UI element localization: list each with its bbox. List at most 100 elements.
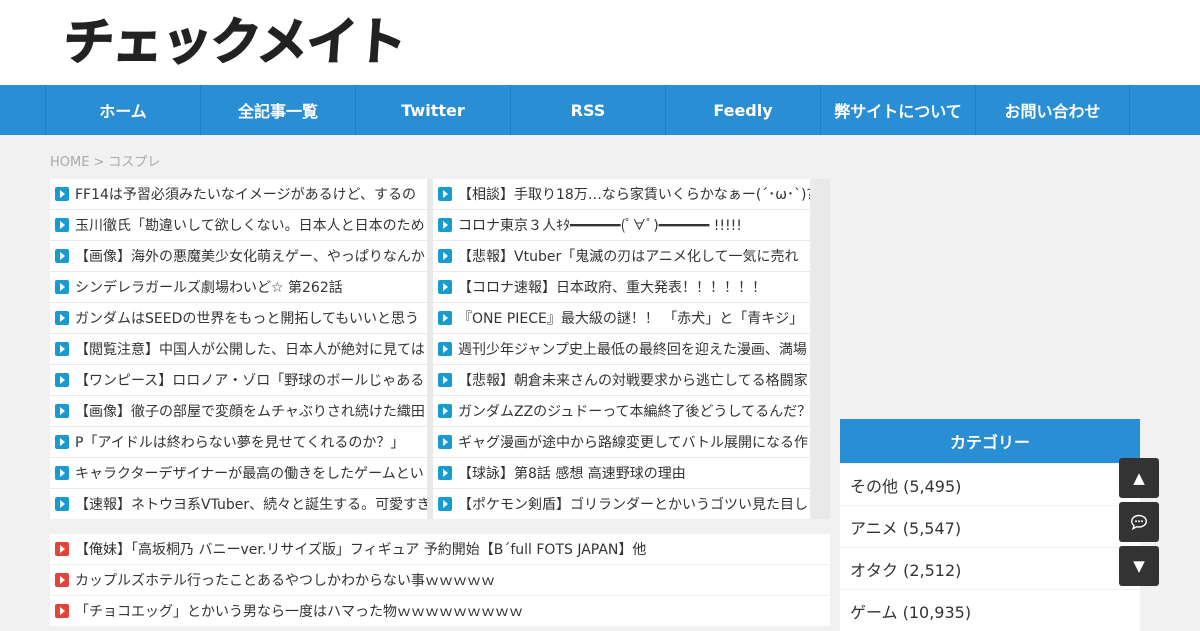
breadcrumb-current: コスプレ xyxy=(108,155,161,170)
category-widget: カテゴリー その他 (5,495) アニメ (5,547) オタク (2,512… xyxy=(840,419,1140,631)
feed-item-title: 【悲報】Vtuber「鬼滅の刃はアニメ化して一気に売れ xyxy=(458,249,799,265)
play-icon xyxy=(438,280,452,294)
feed-item[interactable]: ガンダムZZのジュドーって本編終了後どうしてるんだ？ xyxy=(433,396,810,426)
news-item[interactable]: 【俺妹】「高坂桐乃 バニーver.リサイズ版」フィギュア 予約開始【B´full… xyxy=(50,534,830,564)
nav-item-contact[interactable]: お問い合わせ xyxy=(975,85,1130,135)
feed-item[interactable]: P「アイドルは終わらない夢を見せてくれるのか？」 xyxy=(50,427,427,457)
play-icon xyxy=(55,249,69,263)
feed-item[interactable]: 【画像】徹子の部屋で変顔をムチャぶりされ続けた織田 xyxy=(50,396,427,426)
play-icon xyxy=(438,466,452,480)
feed-item-title: 【相談】手取り18万…なら家賃いくらかなぁー(´･ω･`)? xyxy=(458,187,810,203)
play-icon xyxy=(55,435,69,449)
feed-item-title: 【悲報】朝倉未来さんの対戦要求から逃亡してる格闘家 xyxy=(458,373,808,389)
category-item-game[interactable]: ゲーム (10,935) xyxy=(840,590,1140,631)
feed-item-title: 【コロナ速報】日本政府、重大発表！！！！！！ xyxy=(458,280,766,296)
play-icon xyxy=(55,466,69,480)
feed-item[interactable]: 【コロナ速報】日本政府、重大発表！！！！！！ xyxy=(433,272,810,302)
play-icon xyxy=(55,497,69,511)
feed-item[interactable]: 【ポケモン剣盾】ゴリランダーとかいうゴツい見た目し xyxy=(433,489,810,519)
feed-column-right: 【相談】手取り18万…なら家賃いくらかなぁー(´･ω･`)? コロナ東京３人ｷﾀ… xyxy=(433,179,810,520)
news-item[interactable]: カップルズホテル行ったことあるやつしかわからない事ｗｗｗｗｗ xyxy=(50,565,830,595)
feed-item[interactable]: 【ワンピース】ロロノア・ゾロ「野球のボールじゃある xyxy=(50,365,427,395)
category-item-anime[interactable]: アニメ (5,547) xyxy=(840,506,1140,547)
nav-item-all-articles[interactable]: 全記事一覧 xyxy=(200,85,355,135)
site-logo[interactable]: チェックメイト xyxy=(61,12,408,72)
feed-item[interactable]: 【閲覧注意】中国人が公開した、日本人が絶対に見ては xyxy=(50,334,427,364)
feed-item-title: 週刊少年ジャンプ史上最低の最終回を迎えた漫画、満場 xyxy=(458,342,807,358)
feed-item-title: 『ONE PIECE』最大級の謎！！ 「赤犬」と「青キジ」 xyxy=(458,311,804,327)
feed-item-title: 【画像】海外の悪魔美少女化萌えゲー、やっぱりなんか xyxy=(75,249,425,265)
play-icon xyxy=(438,187,452,201)
scroll-bottom-button[interactable]: ▼ xyxy=(1119,546,1159,586)
category-title: カテゴリー xyxy=(840,419,1140,463)
feed-item[interactable]: キャラクターデザイナーが最高の働きをしたゲームとい xyxy=(50,458,427,488)
play-icon xyxy=(55,573,69,587)
play-icon xyxy=(438,435,452,449)
antenna-feed: FF14は予習必須みたいなイメージがあるけど、するの 玉川徹氏「勘違いして欲しく… xyxy=(50,179,830,519)
feed-item-title: 【閲覧注意】中国人が公開した、日本人が絶対に見ては xyxy=(75,342,425,358)
play-icon xyxy=(438,218,452,232)
news-item[interactable]: 「チョコエッグ」とかいう男なら一度はハマった物ｗｗｗｗｗｗｗｗｗ xyxy=(50,596,830,626)
breadcrumb: HOME > コスプレ xyxy=(50,151,164,170)
nav-item-rss[interactable]: RSS xyxy=(510,85,665,135)
feed-item[interactable]: ギャグ漫画が途中から路線変更してバトル展開になる作 xyxy=(433,427,810,457)
news-item-title: カップルズホテル行ったことあるやつしかわからない事ｗｗｗｗｗ xyxy=(75,573,495,589)
comment-button[interactable] xyxy=(1119,502,1159,542)
nav-item-twitter[interactable]: Twitter xyxy=(355,85,510,135)
feed-item[interactable]: 【速報】ネトウヨ系VTuber、続々と誕生する。可愛すぎ xyxy=(50,489,427,519)
feed-item-title: 玉川徹氏「勘違いして欲しくない。日本人と日本のため xyxy=(75,218,425,234)
breadcrumb-home[interactable]: HOME xyxy=(50,155,89,170)
play-icon xyxy=(55,373,69,387)
site-header: チェックメイト xyxy=(0,0,1200,85)
feed-column-left: FF14は予習必須みたいなイメージがあるけど、するの 玉川徹氏「勘違いして欲しく… xyxy=(50,179,427,520)
feed-item-title: FF14は予習必須みたいなイメージがあるけど、するの xyxy=(75,187,416,203)
nav-item-home[interactable]: ホーム xyxy=(45,85,200,135)
news-list: 【俺妹】「高坂桐乃 バニーver.リサイズ版」フィギュア 予約開始【B´full… xyxy=(50,534,830,627)
feed-item[interactable]: 【相談】手取り18万…なら家賃いくらかなぁー(´･ω･`)? xyxy=(433,179,810,209)
feed-item[interactable]: 『ONE PIECE』最大級の謎！！ 「赤犬」と「青キジ」 xyxy=(433,303,810,333)
play-icon xyxy=(55,187,69,201)
category-item-otaku[interactable]: オタク (2,512) xyxy=(840,548,1140,589)
feed-item[interactable]: 玉川徹氏「勘違いして欲しくない。日本人と日本のため xyxy=(50,210,427,240)
breadcrumb-separator: > xyxy=(93,155,105,170)
play-icon xyxy=(55,218,69,232)
nav-item-about[interactable]: 弊サイトについて xyxy=(820,85,975,135)
arrow-down-icon: ▼ xyxy=(1133,557,1145,575)
feed-item[interactable]: ガンダムはSEEDの世界をもっと開拓してもいいと思う xyxy=(50,303,427,333)
feed-item-title: ガンダムはSEEDの世界をもっと開拓してもいいと思う xyxy=(75,311,419,327)
play-icon xyxy=(438,311,452,325)
arrow-up-icon: ▲ xyxy=(1133,469,1145,487)
feed-item-title: 【速報】ネトウヨ系VTuber、続々と誕生する。可愛すぎ xyxy=(75,497,427,513)
feed-item[interactable]: FF14は予習必須みたいなイメージがあるけど、するの xyxy=(50,179,427,209)
play-icon xyxy=(438,373,452,387)
feed-item[interactable]: 【画像】海外の悪魔美少女化萌えゲー、やっぱりなんか xyxy=(50,241,427,271)
news-item-title: 「チョコエッグ」とかいう男なら一度はハマった物ｗｗｗｗｗｗｗｗｗ xyxy=(75,604,523,620)
news-item-title: 【俺妹】「高坂桐乃 バニーver.リサイズ版」フィギュア 予約開始【B´full… xyxy=(75,542,647,558)
feed-item[interactable]: 【悲報】Vtuber「鬼滅の刃はアニメ化して一気に売れ xyxy=(433,241,810,271)
play-icon xyxy=(438,249,452,263)
play-icon xyxy=(438,497,452,511)
play-icon xyxy=(55,404,69,418)
scroll-top-button[interactable]: ▲ xyxy=(1119,458,1159,498)
play-icon xyxy=(55,311,69,325)
play-icon xyxy=(55,342,69,356)
play-icon xyxy=(438,342,452,356)
nav-item-feedly[interactable]: Feedly xyxy=(665,85,820,135)
feed-item[interactable]: 週刊少年ジャンプ史上最低の最終回を迎えた漫画、満場 xyxy=(433,334,810,364)
feed-item-title: 【画像】徹子の部屋で変顔をムチャぶりされ続けた織田 xyxy=(75,404,425,420)
category-item-other[interactable]: その他 (5,495) xyxy=(840,464,1140,505)
feed-item[interactable]: シンデレラガールズ劇場わいど☆ 第262話 xyxy=(50,272,427,302)
feed-item-title: 【ポケモン剣盾】ゴリランダーとかいうゴツい見た目し xyxy=(458,497,808,513)
feed-item-title: キャラクターデザイナーが最高の働きをしたゲームとい xyxy=(75,466,424,482)
feed-item[interactable]: 【悲報】朝倉未来さんの対戦要求から逃亡してる格闘家 xyxy=(433,365,810,395)
feed-item[interactable]: コロナ東京３人ｷﾀ━━━━━━(ﾟ∀ﾟ)━━━━━━ !!!!! xyxy=(433,210,810,240)
feed-item-title: コロナ東京３人ｷﾀ━━━━━━(ﾟ∀ﾟ)━━━━━━ !!!!! xyxy=(458,218,742,234)
play-icon xyxy=(438,404,452,418)
feed-item-title: P「アイドルは終わらない夢を見せてくれるのか？」 xyxy=(75,435,405,451)
play-icon xyxy=(55,604,69,618)
play-icon xyxy=(55,542,69,556)
feed-item[interactable]: 【球詠】第8話 感想 高速野球の理由 xyxy=(433,458,810,488)
comment-icon xyxy=(1130,514,1148,530)
feed-item-title: ギャグ漫画が途中から路線変更してバトル展開になる作 xyxy=(458,435,808,451)
play-icon xyxy=(55,280,69,294)
